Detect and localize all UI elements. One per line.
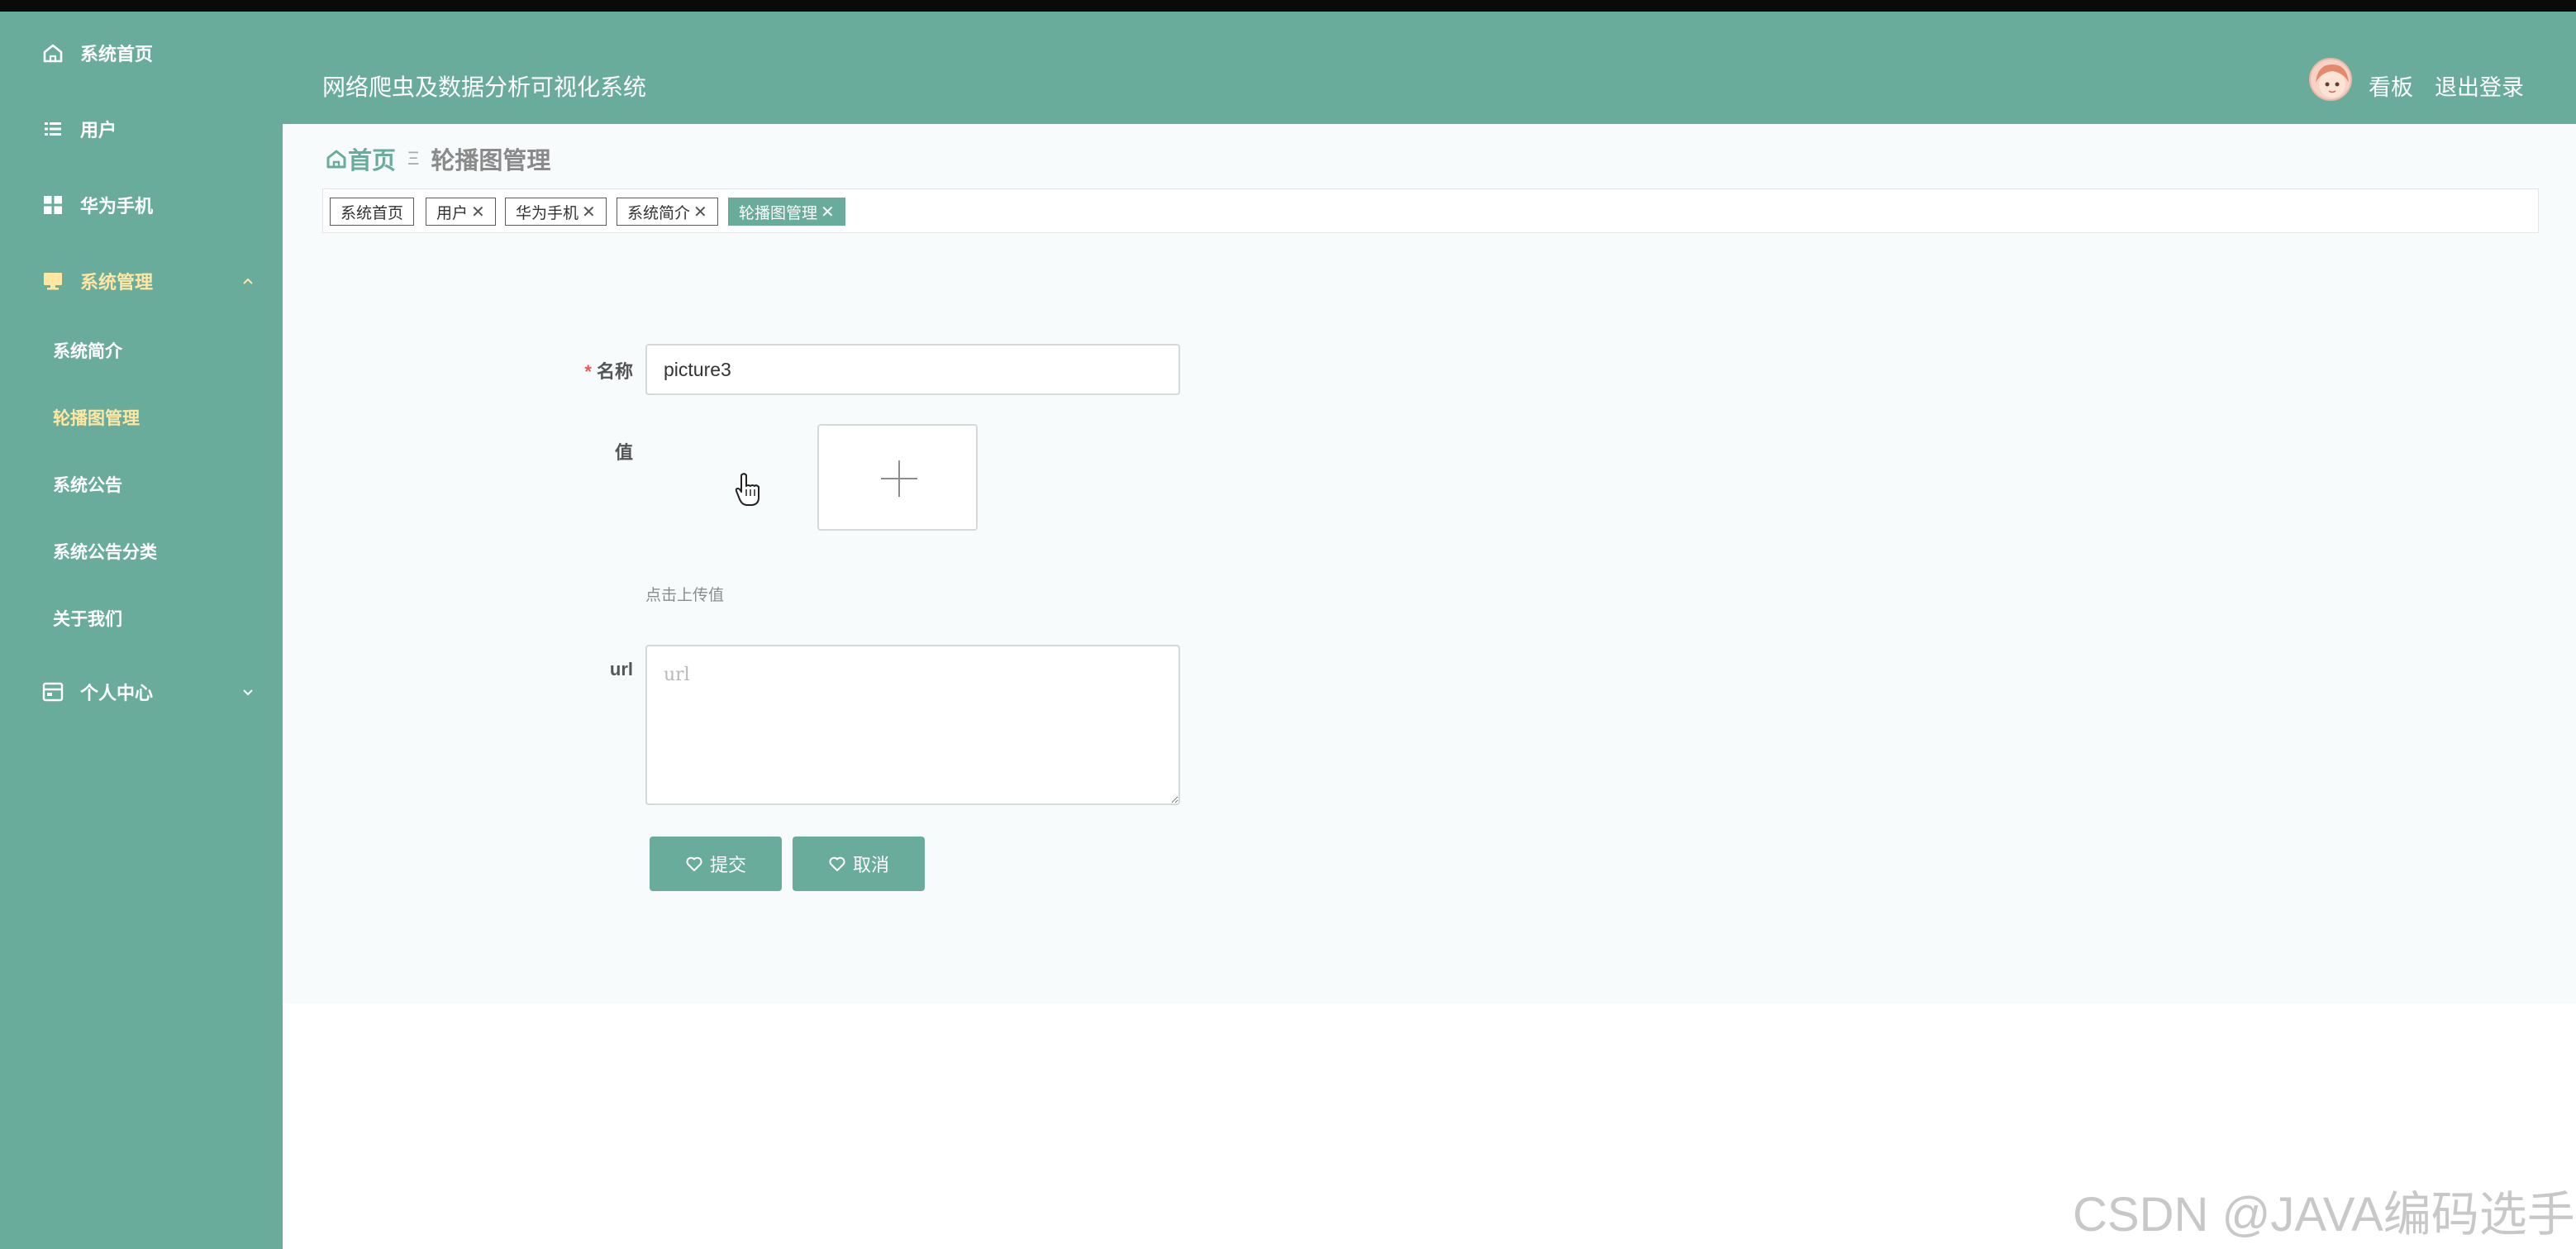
image-upload-box[interactable] bbox=[817, 424, 978, 531]
chevron-down-icon bbox=[243, 689, 253, 696]
tag-label: 轮播图管理 bbox=[739, 204, 818, 222]
tag-label: 华为手机 bbox=[516, 204, 579, 222]
sidebar-subitem-label: 关于我们 bbox=[53, 610, 122, 629]
sidebar-subitem-label: 系统公告 bbox=[53, 476, 122, 495]
tag-users[interactable]: 用户 ✕ bbox=[426, 198, 496, 226]
home-icon bbox=[43, 44, 63, 63]
tag-system-intro[interactable]: 系统简介 ✕ bbox=[617, 198, 718, 226]
sidebar-subitem-about-us[interactable]: 关于我们 bbox=[0, 595, 283, 641]
close-icon[interactable]: ✕ bbox=[693, 202, 707, 222]
sidebar-subitem-carousel-management[interactable]: 轮播图管理 bbox=[0, 394, 283, 441]
breadcrumb-home[interactable]: 首页 bbox=[325, 141, 396, 176]
chevron-up-icon bbox=[243, 278, 253, 284]
avatar[interactable] bbox=[2309, 58, 2352, 101]
sidebar-item-label: 用户 bbox=[80, 120, 117, 141]
sidebar-item-label: 个人中心 bbox=[80, 683, 154, 703]
submit-button-label: 提交 bbox=[709, 855, 746, 875]
url-textarea[interactable] bbox=[645, 645, 1180, 805]
heart-icon bbox=[686, 856, 702, 871]
tag-label: 系统首页 bbox=[340, 204, 404, 222]
home-icon bbox=[326, 150, 346, 169]
board-link[interactable]: 看板 bbox=[2369, 69, 2413, 102]
monitor-icon bbox=[44, 273, 62, 290]
sidebar: 系统首页 用户 华为手机 系统管理 系统简介 轮播图管理 系统公告 系统公告分类… bbox=[0, 12, 283, 1249]
tag-label: 系统简介 bbox=[627, 204, 691, 222]
sidebar-subitem-notice-category[interactable]: 系统公告分类 bbox=[0, 528, 283, 574]
tag-system-home[interactable]: 系统首页 bbox=[330, 198, 415, 226]
upload-hint: 点击上传值 bbox=[645, 587, 725, 604]
cancel-button[interactable]: 取消 bbox=[793, 837, 925, 891]
tags-view-bar: 系统首页 用户 ✕ 华为手机 ✕ 系统简介 ✕ 轮播图管理 ✕ bbox=[322, 188, 2539, 233]
url-label: url bbox=[609, 659, 633, 679]
sidebar-subitem-system-notice[interactable]: 系统公告 bbox=[0, 461, 283, 508]
breadcrumb: 首页 Ξ 轮播图管理 bbox=[325, 142, 550, 175]
sidebar-subitem-label: 系统公告分类 bbox=[53, 543, 157, 562]
sidebar-item-label: 系统管理 bbox=[80, 272, 154, 293]
sidebar-item-personal-center[interactable]: 个人中心 bbox=[0, 667, 283, 717]
top-strip bbox=[0, 0, 2576, 12]
value-label: 值 bbox=[614, 442, 633, 463]
sidebar-item-label: 华为手机 bbox=[80, 196, 154, 217]
tag-label: 用户 bbox=[436, 204, 469, 222]
content-area bbox=[283, 124, 2576, 1003]
plus-icon bbox=[881, 460, 917, 497]
name-input[interactable] bbox=[645, 344, 1180, 395]
header: 网络爬虫及数据分析可视化系统 看板 退出登录 bbox=[0, 12, 2576, 124]
tag-carousel-management[interactable]: 轮播图管理 ✕ bbox=[728, 198, 845, 226]
breadcrumb-current: 轮播图管理 bbox=[431, 148, 551, 174]
sidebar-item-home[interactable]: 系统首页 bbox=[0, 28, 283, 78]
app-title: 网络爬虫及数据分析可视化系统 bbox=[322, 74, 647, 100]
logout-link[interactable]: 退出登录 bbox=[2435, 69, 2524, 102]
sidebar-item-users[interactable]: 用户 bbox=[0, 104, 283, 154]
breadcrumb-home-label: 首页 bbox=[348, 148, 397, 174]
card-icon bbox=[42, 682, 64, 702]
watermark: CSDN @JAVA编码选手 bbox=[2073, 1188, 2575, 1242]
breadcrumb-separator: Ξ bbox=[407, 148, 420, 169]
heart-icon bbox=[829, 856, 845, 871]
sidebar-item-label: 系统首页 bbox=[80, 44, 154, 64]
required-asterisk: * bbox=[584, 361, 592, 382]
close-icon[interactable]: ✕ bbox=[471, 202, 485, 222]
list-icon bbox=[45, 122, 61, 136]
sidebar-item-system-management[interactable]: 系统管理 bbox=[0, 256, 283, 306]
hand-cursor-icon bbox=[735, 473, 759, 506]
close-icon[interactable]: ✕ bbox=[821, 202, 835, 222]
sidebar-subitem-label: 轮播图管理 bbox=[53, 409, 140, 428]
cancel-button-label: 取消 bbox=[852, 855, 889, 875]
name-label: * 名称 bbox=[584, 361, 633, 382]
close-icon[interactable]: ✕ bbox=[582, 202, 596, 222]
sidebar-subitem-system-intro[interactable]: 系统简介 bbox=[0, 327, 283, 374]
tag-huawei-phones[interactable]: 华为手机 ✕ bbox=[505, 198, 607, 226]
sidebar-item-huawei-phones[interactable]: 华为手机 bbox=[0, 180, 283, 230]
sidebar-subitem-label: 系统简介 bbox=[53, 342, 122, 361]
grid-icon bbox=[44, 196, 62, 214]
submit-button[interactable]: 提交 bbox=[650, 837, 782, 891]
